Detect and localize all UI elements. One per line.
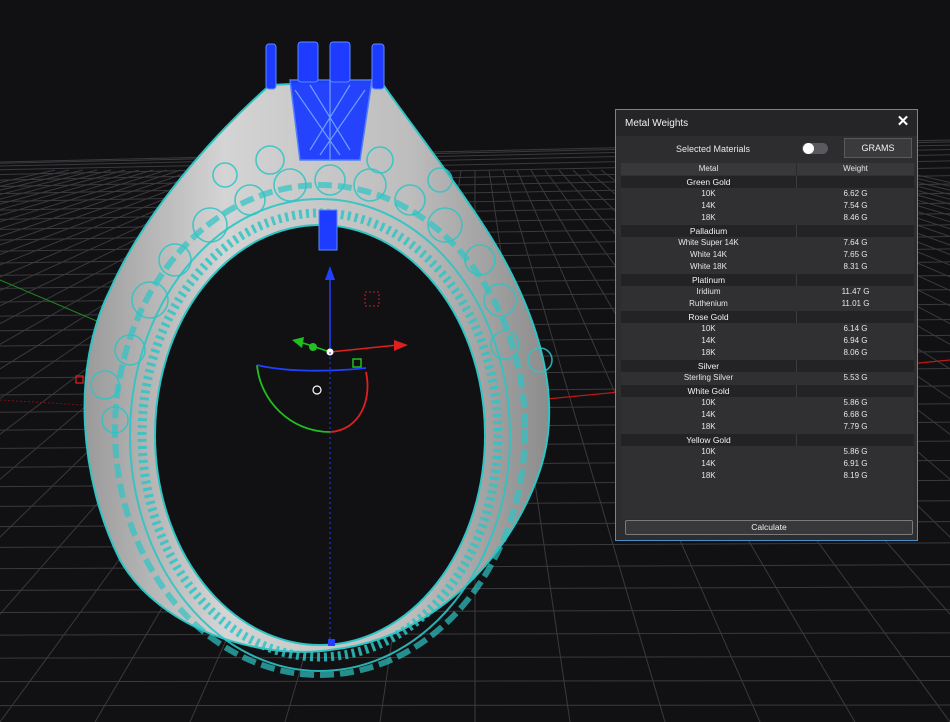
metal-cell: 14K	[701, 410, 716, 419]
group-row[interactable]: Palladium	[621, 225, 914, 237]
weight-cell: 8.06 G	[843, 348, 868, 357]
metal-cell: Sterling Silver	[683, 373, 734, 382]
group-row[interactable]: Yellow Gold	[621, 434, 914, 446]
table-row[interactable]: 18K 8.19 G	[621, 470, 914, 482]
metal-cell: 10K	[701, 447, 716, 456]
group-weight-cell	[797, 311, 914, 323]
group-row[interactable]: White Gold	[621, 385, 914, 397]
calculate-button[interactable]: Calculate	[625, 520, 913, 535]
metal-cell: 14K	[701, 201, 716, 210]
metal-cell: Iridium	[696, 287, 721, 296]
panel-title: Metal Weights	[625, 118, 689, 129]
table-row[interactable]: Sterling Silver 5.53 G	[621, 372, 914, 384]
metal-cell: 14K	[701, 336, 716, 345]
group-name: Platinum	[621, 274, 797, 286]
grid-line	[0, 169, 84, 191]
weight-cell: 5.53 G	[843, 373, 868, 382]
column-header-weight[interactable]: Weight	[797, 163, 914, 175]
weight-cell: 6.68 G	[843, 410, 868, 419]
group-weight-cell	[797, 176, 914, 188]
table-row[interactable]: 14K 7.54 G	[621, 200, 914, 212]
selected-materials-toggle[interactable]	[802, 143, 828, 154]
metal-cell: 18K	[701, 348, 716, 357]
table-row[interactable]: 10K 5.86 G	[621, 446, 914, 458]
weight-cell: 7.65 G	[843, 250, 868, 259]
weight-cell: 7.54 G	[843, 201, 868, 210]
table-row[interactable]: Ruthenium 11.01 G	[621, 298, 914, 310]
group-name: Palladium	[621, 225, 797, 237]
group-name: Yellow Gold	[621, 434, 797, 446]
weight-cell: 8.19 G	[843, 471, 868, 480]
group-weight-cell	[797, 385, 914, 397]
table-row[interactable]: White 14K 7.65 G	[621, 249, 914, 261]
group-weight-cell	[797, 360, 914, 372]
metal-cell: 18K	[701, 213, 716, 222]
metal-cell: White 18K	[690, 262, 727, 271]
group-weight-cell	[797, 225, 914, 237]
metal-cell: White 14K	[690, 250, 727, 259]
group-row[interactable]: Green Gold	[621, 176, 914, 188]
selected-materials-label: Selected Materials	[676, 144, 751, 154]
close-icon[interactable]: ✕	[895, 114, 911, 130]
metal-cell: 14K	[701, 459, 716, 468]
metal-cell: 10K	[701, 189, 716, 198]
weight-cell: 7.79 G	[843, 422, 868, 431]
toggle-knob	[803, 143, 814, 154]
weight-cell: 6.94 G	[843, 336, 868, 345]
table-row[interactable]: 18K 8.46 G	[621, 212, 914, 224]
weight-cell: 11.47 G	[841, 287, 870, 296]
table-row[interactable]: 10K 6.14 G	[621, 323, 914, 335]
table-row[interactable]: 14K 6.68 G	[621, 409, 914, 421]
metal-cell: 18K	[701, 471, 716, 480]
weight-cell: 7.64 G	[843, 238, 868, 247]
group-row[interactable]: Rose Gold	[621, 311, 914, 323]
weight-cell: 6.91 G	[843, 459, 868, 468]
grid-line	[0, 169, 70, 187]
ring-model[interactable]	[83, 41, 553, 678]
metal-cell: Ruthenium	[689, 299, 728, 308]
group-weight-cell	[797, 434, 914, 446]
metal-cell: 10K	[701, 398, 716, 407]
weight-cell: 8.46 G	[843, 213, 868, 222]
metal-weights-panel: Metal Weights ✕ Selected Materials GRAMS…	[615, 109, 918, 541]
group-row[interactable]: Platinum	[621, 274, 914, 286]
weight-cell: 5.86 G	[843, 447, 868, 456]
table-row[interactable]: 14K 6.94 G	[621, 335, 914, 347]
weight-cell: 5.86 G	[843, 398, 868, 407]
table-row[interactable]: 10K 6.62 G	[621, 188, 914, 200]
weight-cell: 11.01 G	[841, 299, 870, 308]
group-name: Green Gold	[621, 176, 797, 188]
group-weight-cell	[797, 274, 914, 286]
weights-table[interactable]: Metal Weight Green Gold 10K 6.62 G 14K 7.54 …	[621, 163, 914, 519]
table-header: Metal Weight	[621, 163, 914, 175]
table-row[interactable]: 18K 7.79 G	[621, 421, 914, 433]
table-row[interactable]: White Super 14K 7.64 G	[621, 237, 914, 249]
group-row[interactable]: Silver	[621, 360, 914, 372]
group-name: Rose Gold	[621, 311, 797, 323]
table-row[interactable]: 18K 8.06 G	[621, 347, 914, 359]
metal-cell: 18K	[701, 422, 716, 431]
weight-cell: 6.62 G	[843, 189, 868, 198]
column-header-metal[interactable]: Metal	[621, 163, 797, 175]
grid-line	[0, 169, 56, 184]
metal-cell: White Super 14K	[678, 238, 739, 247]
table-row[interactable]: 10K 5.86 G	[621, 397, 914, 409]
metal-cell: 10K	[701, 324, 716, 333]
table-row[interactable]: White 18K 8.31 G	[621, 261, 914, 273]
group-name: Silver	[621, 360, 797, 372]
table-row[interactable]: 14K 6.91 G	[621, 458, 914, 470]
weight-cell: 6.14 G	[843, 324, 868, 333]
units-button[interactable]: GRAMS	[844, 138, 912, 158]
panel-titlebar[interactable]: Metal Weights ✕	[616, 110, 917, 136]
table-row[interactable]: Iridium 11.47 G	[621, 286, 914, 298]
group-name: White Gold	[621, 385, 797, 397]
weight-cell: 8.31 G	[843, 262, 868, 271]
